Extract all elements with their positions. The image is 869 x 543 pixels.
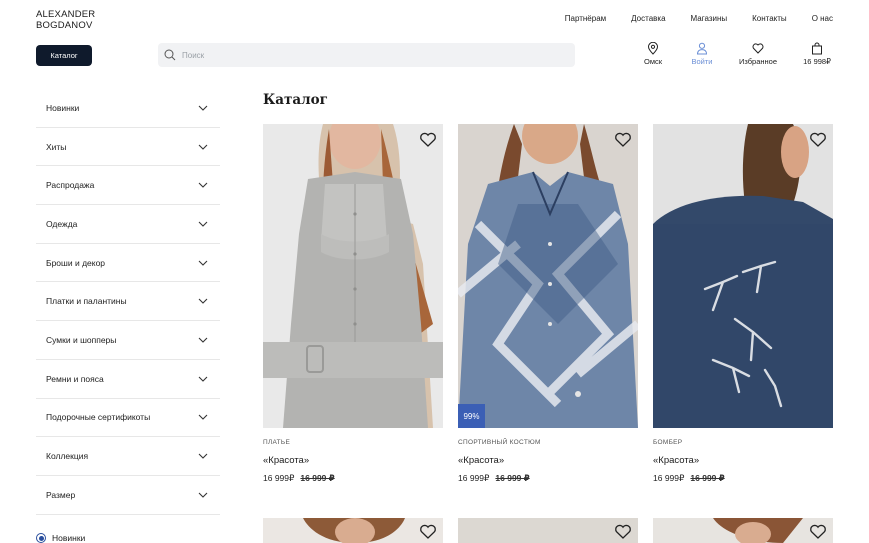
heart-icon[interactable] <box>614 524 632 540</box>
sidebar-item-label: Хиты <box>46 141 67 152</box>
heart-icon[interactable] <box>419 524 437 540</box>
sidebar-item-hits[interactable]: Хиты <box>36 128 220 167</box>
product-category: СПОРТИВНЫЙ КОСТЮМ <box>458 439 541 446</box>
sidebar-item-label: Распродажа <box>46 180 95 191</box>
top-navigation: Партнёрам Доставка Магазины Контакты О н… <box>540 14 833 23</box>
chevron-down-icon <box>198 260 208 266</box>
product-card[interactable]: 99% СПОРТИВНЫЙ КОСТЮМ «Красота» 16 999₽ 1… <box>458 124 638 484</box>
sidebar-item-sale[interactable]: Распродажа <box>36 166 220 206</box>
old-price: 16 999 ₽ <box>300 473 335 483</box>
topnav-contacts[interactable]: Контакты <box>752 14 787 23</box>
sidebar-item-brooches[interactable]: Броши и декор <box>36 244 220 283</box>
brand-logo[interactable]: ALEXANDER BOGDANOV <box>36 9 95 31</box>
sidebar-item-label: Коллекция <box>46 451 89 462</box>
product-price: 16 999₽ 16 999 ₽ <box>263 473 443 484</box>
product-card[interactable]: БОМБЕР «Красота» 16 999₽ 16 999 ₽ <box>653 124 833 484</box>
sidebar-item-label: Броши и декор <box>46 257 106 268</box>
heart-icon[interactable] <box>614 132 632 148</box>
product-image[interactable]: 99% <box>458 124 638 428</box>
product-name[interactable]: «Красота» <box>653 455 833 466</box>
product-name[interactable]: «Красота» <box>263 455 443 466</box>
chevron-down-icon <box>198 492 208 498</box>
location-label: Омск <box>643 57 663 66</box>
sidebar-item-belts[interactable]: Ремни и пояса <box>36 360 220 399</box>
chevron-down-icon <box>198 298 208 305</box>
sort-option-new[interactable]: Новинки <box>36 533 85 543</box>
favorites-button[interactable]: Избранное <box>733 42 783 66</box>
old-price: 16 999 ₽ <box>495 473 530 483</box>
brand-logo-line1: ALEXANDER <box>36 9 96 20</box>
login-button[interactable]: Войти <box>677 42 727 66</box>
location-button[interactable]: Омск <box>628 42 678 66</box>
product-category: ПЛАТЬЕ <box>263 439 291 446</box>
current-price: 16 999₽ <box>653 473 685 483</box>
login-label: Войти <box>691 57 713 66</box>
product-category: БОМБЕР <box>653 439 683 446</box>
topnav-stores[interactable]: Магазины <box>691 14 728 23</box>
chevron-down-icon <box>198 453 208 459</box>
location-pin-icon <box>647 42 659 55</box>
cart-total: 16 998₽ <box>803 57 831 66</box>
product-card-partial[interactable] <box>263 518 443 543</box>
heart-icon[interactable] <box>809 524 827 540</box>
sort-option-label: Новинки <box>52 533 86 543</box>
chevron-down-icon <box>198 414 208 421</box>
sidebar-item-label: Сумки и шопперы <box>46 334 117 345</box>
topnav-about[interactable]: О нас <box>812 14 833 23</box>
sidebar-item-label: Платки и палантины <box>46 296 127 307</box>
heart-icon <box>752 43 764 54</box>
chevron-down-icon <box>198 376 208 382</box>
product-card-partial[interactable] <box>458 518 638 543</box>
sidebar-item-label: Размер <box>46 489 76 500</box>
product-image[interactable] <box>653 124 833 428</box>
sidebar-item-gift-cards[interactable]: Подорочные сертификоты <box>36 399 220 438</box>
current-price: 16 999₽ <box>458 473 490 483</box>
sidebar-item-label: Ремни и пояса <box>46 373 104 384</box>
sidebar-item-collection[interactable]: Коллекция <box>36 437 220 476</box>
chevron-down-icon <box>198 337 208 343</box>
cart-button[interactable]: 16 998₽ <box>792 42 842 66</box>
sidebar-item-clothing[interactable]: Одежда <box>36 205 220 244</box>
page-title: Каталог <box>263 92 328 108</box>
chevron-down-icon <box>198 182 208 188</box>
chevron-down-icon <box>198 144 208 150</box>
product-price: 16 999₽ 16 999 ₽ <box>653 473 833 484</box>
sidebar-item-bags[interactable]: Сумки и шопперы <box>36 321 220 360</box>
current-price: 16 999₽ <box>263 473 295 483</box>
user-icon <box>696 42 708 55</box>
topnav-delivery[interactable]: Доставка <box>631 14 665 23</box>
radio-selected[interactable] <box>36 533 46 543</box>
heart-icon[interactable] <box>419 132 437 148</box>
heart-icon[interactable] <box>809 132 827 148</box>
sidebar-item-label: Подорочные сертификоты <box>46 412 151 423</box>
old-price: 16 999 ₽ <box>690 473 725 483</box>
sidebar-item-label: Одежда <box>46 218 78 229</box>
chevron-down-icon <box>198 105 208 111</box>
catalog-sidebar: Новинки Хиты Распродажа Одежда Броши и д… <box>36 89 220 515</box>
chevron-down-icon <box>198 221 208 227</box>
bag-icon <box>812 42 822 55</box>
sidebar-item-label: Новинки <box>46 102 80 113</box>
discount-badge: 99% <box>458 404 485 428</box>
product-card[interactable]: ПЛАТЬЕ «Красота» 16 999₽ 16 999 ₽ <box>263 124 443 484</box>
product-price: 16 999₽ 16 999 ₽ <box>458 473 638 484</box>
sidebar-item-scarves[interactable]: Платки и палантины <box>36 282 220 322</box>
sidebar-item-size[interactable]: Размер <box>36 476 220 515</box>
product-name[interactable]: «Красота» <box>458 455 638 466</box>
sidebar-item-new[interactable]: Новинки <box>36 89 220 128</box>
topnav-partners[interactable]: Партнёрам <box>565 14 606 23</box>
brand-logo-line2: BOGDANOV <box>36 20 93 31</box>
product-card-partial[interactable] <box>653 518 833 543</box>
favorites-label: Избранное <box>738 57 777 66</box>
product-image[interactable] <box>263 124 443 428</box>
